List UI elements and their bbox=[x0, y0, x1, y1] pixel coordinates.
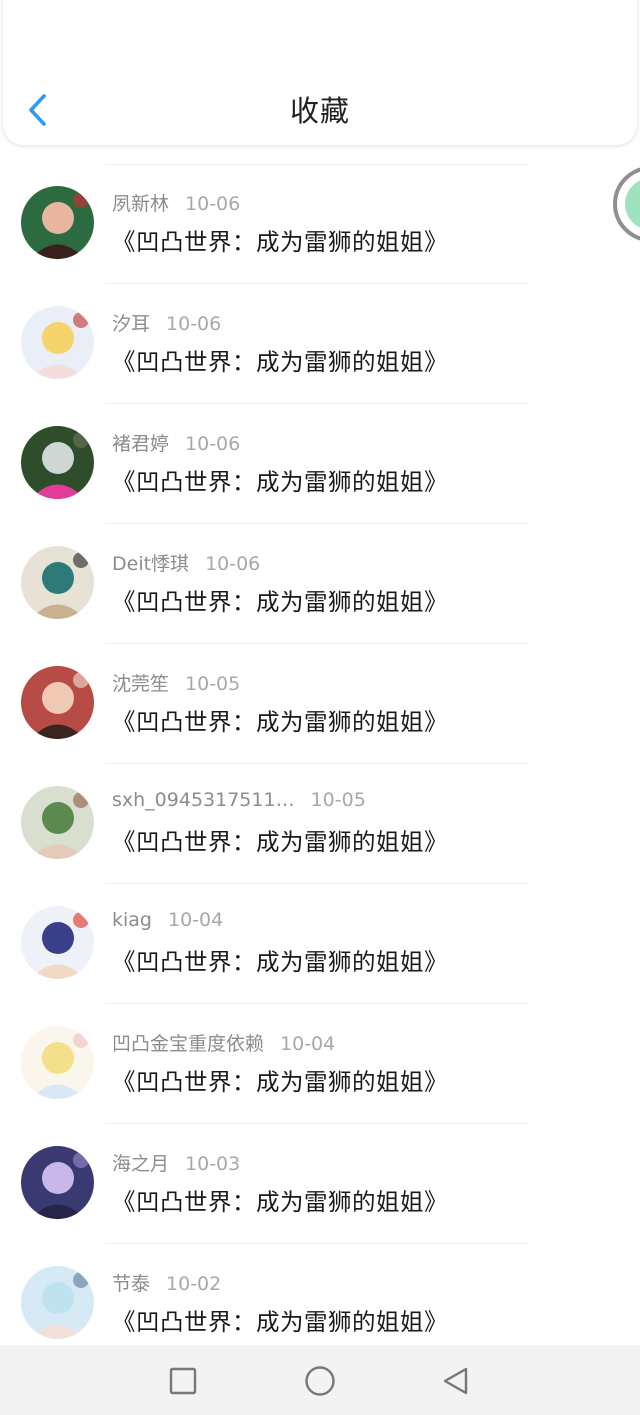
avatar-image bbox=[21, 426, 94, 499]
chat-bubble-icon bbox=[625, 178, 640, 230]
date: 10-06 bbox=[166, 313, 222, 335]
back-triangle-icon bbox=[443, 1367, 468, 1395]
avatar-image bbox=[21, 186, 94, 259]
favorites-page: 收藏 夙新林 10-06 《凹凸世界：成为雷狮的姐姐》 汐耳 10-06 《凹凸… bbox=[0, 0, 640, 1415]
favorite-item[interactable]: sxh_0945317511… 10-05 《凹凸世界：成为雷狮的姐姐》 bbox=[0, 764, 640, 884]
favorite-item[interactable]: 褚君婷 10-06 《凹凸世界：成为雷狮的姐姐》 bbox=[0, 404, 640, 524]
username[interactable]: 褚君婷 bbox=[112, 433, 169, 455]
work-title[interactable]: 《凹凸世界：成为雷狮的姐姐》 bbox=[112, 583, 448, 617]
avatar-image bbox=[21, 906, 94, 979]
favorite-item[interactable]: 夙新林 10-06 《凹凸世界：成为雷狮的姐姐》 bbox=[0, 164, 640, 284]
recent-apps-button[interactable] bbox=[163, 1361, 203, 1401]
avatar[interactable] bbox=[21, 906, 94, 979]
favorite-item[interactable]: 海之月 10-03 《凹凸世界：成为雷狮的姐姐》 bbox=[0, 1124, 640, 1244]
avatar[interactable] bbox=[21, 306, 94, 379]
work-title[interactable]: 《凹凸世界：成为雷狮的姐姐》 bbox=[112, 943, 448, 977]
date: 10-05 bbox=[310, 789, 366, 811]
work-title[interactable]: 《凹凸世界：成为雷狮的姐姐》 bbox=[112, 1303, 448, 1337]
date: 10-06 bbox=[185, 433, 241, 455]
favorite-item[interactable]: 汐耳 10-06 《凹凸世界：成为雷狮的姐姐》 bbox=[0, 284, 640, 404]
system-back-button[interactable] bbox=[436, 1361, 476, 1401]
username[interactable]: 汐耳 bbox=[112, 313, 150, 335]
date: 10-05 bbox=[185, 673, 241, 695]
avatar[interactable] bbox=[21, 546, 94, 619]
work-title[interactable]: 《凹凸世界：成为雷狮的姐姐》 bbox=[112, 703, 448, 737]
home-icon bbox=[305, 1366, 335, 1396]
username[interactable]: 沈莞笙 bbox=[112, 673, 169, 695]
username[interactable]: 凹凸金宝重度依赖 bbox=[112, 1033, 264, 1055]
avatar-image bbox=[21, 1026, 94, 1099]
username[interactable]: 节泰 bbox=[112, 1273, 150, 1295]
work-title[interactable]: 《凹凸世界：成为雷狮的姐姐》 bbox=[112, 823, 448, 857]
avatar[interactable] bbox=[21, 786, 94, 859]
username[interactable]: kiag bbox=[112, 909, 152, 931]
work-title[interactable]: 《凹凸世界：成为雷狮的姐姐》 bbox=[112, 1183, 448, 1217]
recent-apps-icon bbox=[169, 1367, 197, 1395]
top-bar: 收藏 bbox=[2, 0, 638, 146]
date: 10-04 bbox=[168, 909, 224, 931]
avatar-image bbox=[21, 786, 94, 859]
avatar-image bbox=[21, 306, 94, 379]
avatar[interactable] bbox=[21, 1146, 94, 1219]
home-button[interactable] bbox=[300, 1361, 340, 1401]
date: 10-06 bbox=[205, 553, 261, 575]
avatar-image bbox=[21, 1146, 94, 1219]
work-title[interactable]: 《凹凸世界：成为雷狮的姐姐》 bbox=[112, 463, 448, 497]
username[interactable]: Deit悸琪 bbox=[112, 553, 189, 575]
avatar[interactable] bbox=[21, 1026, 94, 1099]
avatar-image bbox=[21, 546, 94, 619]
favorite-item[interactable]: kiag 10-04 《凹凸世界：成为雷狮的姐姐》 bbox=[0, 884, 640, 1004]
avatar-image bbox=[21, 1266, 94, 1339]
date: 10-02 bbox=[166, 1273, 222, 1295]
favorite-item[interactable]: 沈莞笙 10-05 《凹凸世界：成为雷狮的姐姐》 bbox=[0, 644, 640, 764]
work-title[interactable]: 《凹凸世界：成为雷狮的姐姐》 bbox=[112, 343, 448, 377]
avatar-image bbox=[21, 666, 94, 739]
username[interactable]: 夙新林 bbox=[112, 193, 169, 215]
work-title[interactable]: 《凹凸世界：成为雷狮的姐姐》 bbox=[112, 223, 448, 257]
avatar[interactable] bbox=[21, 426, 94, 499]
username[interactable]: 海之月 bbox=[112, 1153, 169, 1175]
favorite-item[interactable]: Deit悸琪 10-06 《凹凸世界：成为雷狮的姐姐》 bbox=[0, 524, 640, 644]
date: 10-06 bbox=[185, 193, 241, 215]
username[interactable]: sxh_0945317511… bbox=[112, 789, 295, 811]
favorite-item[interactable]: 凹凸金宝重度依赖 10-04 《凹凸世界：成为雷狮的姐姐》 bbox=[0, 1004, 640, 1124]
avatar[interactable] bbox=[21, 666, 94, 739]
page-title: 收藏 bbox=[289, 94, 350, 128]
work-title[interactable]: 《凹凸世界：成为雷狮的姐姐》 bbox=[112, 1063, 448, 1097]
date: 10-03 bbox=[185, 1153, 241, 1175]
avatar[interactable] bbox=[21, 186, 94, 259]
system-navigation-bar bbox=[0, 1345, 640, 1415]
avatar[interactable] bbox=[21, 1266, 94, 1339]
date: 10-04 bbox=[280, 1033, 336, 1055]
